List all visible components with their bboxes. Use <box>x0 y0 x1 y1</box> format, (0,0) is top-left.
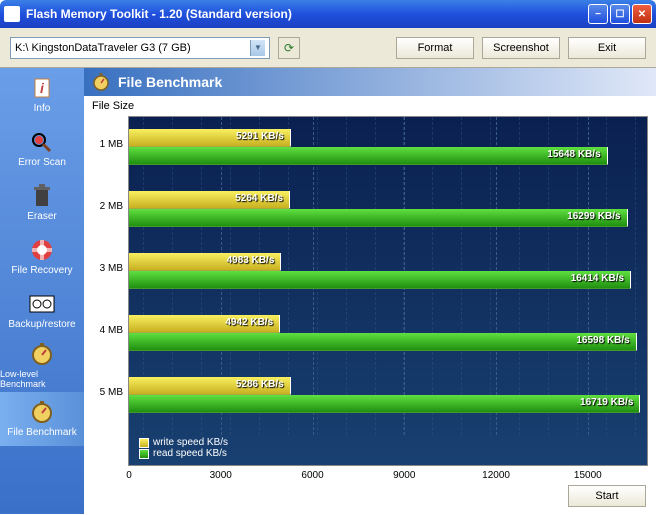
read-bar: 16598 KB/s <box>129 333 637 351</box>
sidebar: i Info Error Scan Eraser File Recovery B… <box>0 68 84 514</box>
y-tick-label: 3 MB <box>93 263 123 274</box>
write-bar: 4942 KB/s <box>129 315 280 333</box>
titlebar: Flash Memory Toolkit - 1.20 (Standard ve… <box>0 0 656 28</box>
sidebar-item-file-benchmark[interactable]: File Benchmark <box>0 392 84 446</box>
legend-write-swatch <box>139 438 149 448</box>
chart-plot: write speed KB/s read speed KB/s 0300060… <box>128 116 648 466</box>
sidebar-item-info[interactable]: i Info <box>0 68 84 122</box>
x-tick-label: 9000 <box>393 470 415 481</box>
window-title: Flash Memory Toolkit - 1.20 (Standard ve… <box>26 7 588 21</box>
read-bar: 16414 KB/s <box>129 271 631 289</box>
write-bar: 5291 KB/s <box>129 129 291 147</box>
sidebar-item-label: File Benchmark <box>7 427 76 438</box>
drive-select[interactable]: K:\ KingstonDataTraveler G3 (7 GB) ▼ <box>10 37 270 59</box>
chart-area: File Size write speed KB/s read speed KB… <box>84 96 656 478</box>
stopwatch-icon <box>92 73 110 91</box>
panel-header: File Benchmark <box>84 68 656 96</box>
chart-legend: write speed KB/s read speed KB/s <box>139 437 228 459</box>
magnifier-icon <box>28 130 56 154</box>
sidebar-item-label: Error Scan <box>18 157 66 168</box>
panel-footer: Start <box>84 478 656 514</box>
trash-icon <box>28 184 56 208</box>
stopwatch-icon <box>28 342 56 366</box>
read-bar-label: 15648 KB/s <box>547 149 600 160</box>
panel-title: File Benchmark <box>118 74 222 90</box>
sidebar-item-file-recovery[interactable]: File Recovery <box>0 230 84 284</box>
y-tick-label: 1 MB <box>93 139 123 150</box>
format-button[interactable]: Format <box>396 37 474 59</box>
sidebar-item-label: Backup/restore <box>8 319 75 330</box>
lifesaver-icon <box>28 238 56 262</box>
y-tick-label: 4 MB <box>93 325 123 336</box>
dropdown-arrow-icon: ▼ <box>250 40 265 56</box>
write-bar: 4983 KB/s <box>129 253 281 271</box>
content-panel: File Benchmark File Size write speed KB/… <box>84 68 656 514</box>
sidebar-item-label: Low-level Benchmark <box>0 369 84 389</box>
read-bar-label: 16598 KB/s <box>576 335 629 346</box>
sidebar-item-label: File Recovery <box>11 265 72 276</box>
exit-button[interactable]: Exit <box>568 37 646 59</box>
x-tick-label: 6000 <box>301 470 323 481</box>
x-tick-label: 15000 <box>574 470 602 481</box>
close-button[interactable]: ✕ <box>632 4 652 24</box>
refresh-button[interactable]: ⟳ <box>278 37 300 59</box>
read-bar-label: 16719 KB/s <box>580 397 633 408</box>
sidebar-item-error-scan[interactable]: Error Scan <box>0 122 84 176</box>
sidebar-item-low-level-benchmark[interactable]: Low-level Benchmark <box>0 338 84 392</box>
write-bar-label: 5291 KB/s <box>236 131 284 142</box>
stopwatch-icon <box>28 400 56 424</box>
sidebar-item-label: Info <box>34 103 51 114</box>
write-bar-label: 5286 KB/s <box>236 379 284 390</box>
sidebar-item-label: Eraser <box>27 211 56 222</box>
chart-subtitle: File Size <box>92 100 648 112</box>
read-bar: 15648 KB/s <box>129 147 608 165</box>
write-bar-label: 5264 KB/s <box>235 193 283 204</box>
maximize-button[interactable]: ☐ <box>610 4 630 24</box>
tape-icon <box>28 292 56 316</box>
legend-read-label: read speed KB/s <box>153 448 227 459</box>
read-bar-label: 16414 KB/s <box>571 273 624 284</box>
x-tick-label: 0 <box>126 470 132 481</box>
drive-value: K:\ KingstonDataTraveler G3 (7 GB) <box>15 42 191 54</box>
info-icon: i <box>28 76 56 100</box>
screenshot-button[interactable]: Screenshot <box>482 37 560 59</box>
x-tick-label: 3000 <box>210 470 232 481</box>
read-bar: 16299 KB/s <box>129 209 628 227</box>
write-bar-label: 4983 KB/s <box>227 255 275 266</box>
write-bar: 5264 KB/s <box>129 191 290 209</box>
read-bar: 16719 KB/s <box>129 395 640 413</box>
legend-read-swatch <box>139 449 149 459</box>
write-bar: 5286 KB/s <box>129 377 291 395</box>
minimize-button[interactable]: − <box>588 4 608 24</box>
y-tick-label: 2 MB <box>93 201 123 212</box>
start-button[interactable]: Start <box>568 485 646 507</box>
sidebar-item-eraser[interactable]: Eraser <box>0 176 84 230</box>
refresh-icon: ⟳ <box>284 41 294 55</box>
toolbar: K:\ KingstonDataTraveler G3 (7 GB) ▼ ⟳ F… <box>0 28 656 68</box>
x-tick-label: 12000 <box>482 470 510 481</box>
app-icon <box>4 6 20 22</box>
legend-write-label: write speed KB/s <box>153 437 228 448</box>
read-bar-label: 16299 KB/s <box>567 211 620 222</box>
y-tick-label: 5 MB <box>93 387 123 398</box>
write-bar-label: 4942 KB/s <box>225 317 273 328</box>
sidebar-item-backup-restore[interactable]: Backup/restore <box>0 284 84 338</box>
